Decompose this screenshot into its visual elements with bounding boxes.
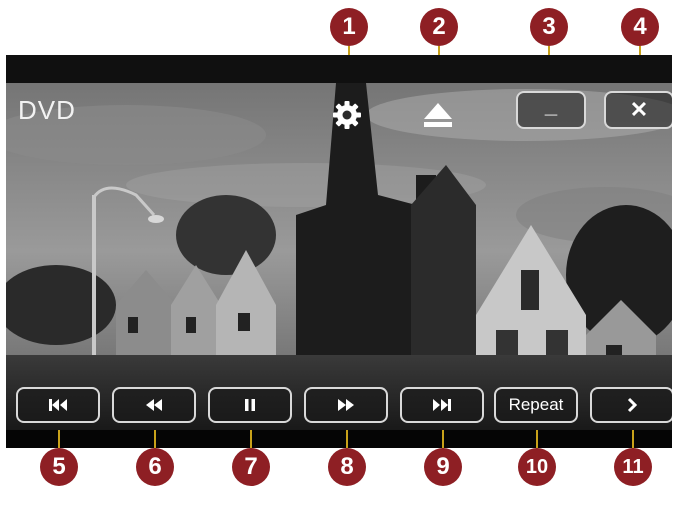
chevron-right-icon: [627, 397, 638, 413]
callout-10: 10: [518, 448, 556, 486]
repeat-label: Repeat: [508, 395, 564, 414]
skip-previous-icon: [49, 399, 67, 411]
rewind-button[interactable]: [112, 387, 196, 423]
callout-4: 4: [621, 8, 659, 46]
leader-line-9: [442, 430, 444, 450]
leader-line-7: [250, 430, 252, 450]
callout-1: 1: [330, 8, 368, 46]
repeat-button[interactable]: Repeat: [494, 387, 578, 423]
more-button[interactable]: [590, 387, 672, 423]
eject-button[interactable]: [420, 97, 456, 133]
callout-8: 8: [328, 448, 366, 486]
leader-line-10: [536, 430, 538, 450]
skip-next-icon: [433, 399, 451, 411]
close-icon: ✕: [629, 97, 649, 122]
source-title: DVD: [18, 95, 76, 125]
callout-3: 3: [530, 8, 568, 46]
rewind-icon: [146, 399, 162, 411]
callout-9: 9: [424, 448, 462, 486]
callout-7: 7: [232, 448, 270, 486]
minimize-button[interactable]: _: [516, 91, 586, 129]
close-button[interactable]: ✕: [604, 91, 672, 129]
callout-6: 6: [136, 448, 174, 486]
settings-button[interactable]: [329, 97, 365, 133]
eject-icon: [424, 103, 452, 127]
callout-5: 5: [40, 448, 78, 486]
leader-line-8: [346, 430, 348, 450]
leader-line-5: [58, 430, 60, 450]
minimize-label: _: [544, 93, 558, 118]
leader-line-6: [154, 430, 156, 450]
fast-forward-button[interactable]: [304, 387, 388, 423]
leader-line-11: [632, 430, 634, 450]
pause-button[interactable]: [208, 387, 292, 423]
dvd-player-screen[interactable]: DVD _ ✕ Repeat: [6, 55, 672, 448]
callout-11: 11: [614, 448, 652, 486]
fast-forward-icon: [338, 399, 354, 411]
gear-icon: [333, 101, 361, 129]
previous-track-button[interactable]: [16, 387, 100, 423]
next-track-button[interactable]: [400, 387, 484, 423]
callout-2: 2: [420, 8, 458, 46]
pause-icon: [245, 399, 255, 411]
